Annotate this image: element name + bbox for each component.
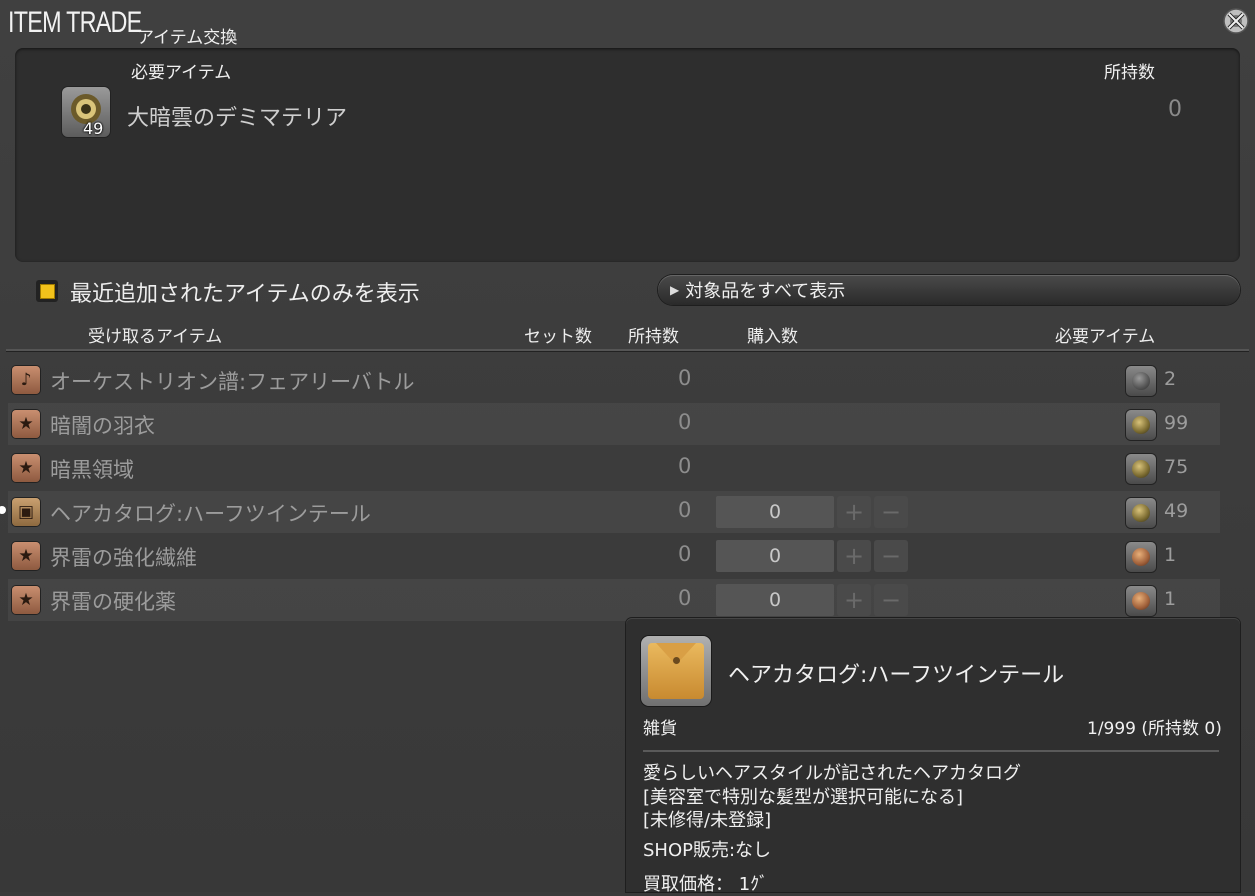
checkbox-checked-icon — [39, 283, 55, 299]
required-owned-header: 所持数 — [1104, 63, 1155, 83]
table-row[interactable]: ▣ ヘアカタログ:ハーフツインテール 0 0 + − 49 — [0, 491, 1220, 533]
materia-icon — [1126, 454, 1156, 484]
star-icon: ★ — [12, 454, 40, 482]
tooltip-description: 愛らしいヘアスタイルが記されたヘアカタログ — [643, 763, 1021, 784]
row-owned: 0 — [678, 410, 692, 434]
minus-button[interactable]: − — [874, 540, 908, 572]
play-arrow-icon: ▶ — [670, 283, 680, 297]
quantity-input[interactable]: 0 — [716, 496, 834, 528]
close-gear-icon — [1223, 8, 1249, 34]
tooltip-shop: SHOP販売:なし — [643, 840, 772, 861]
window-subtitle: アイテム交換 — [137, 28, 238, 48]
minus-button[interactable]: − — [874, 584, 908, 616]
plus-button[interactable]: + — [837, 496, 871, 528]
star-icon: ★ — [12, 410, 40, 438]
item-trade-window: ITEM TRADE アイテム交換 必要アイテム 所持数 49 大暗雲のデミマテ… — [0, 0, 1255, 895]
close-button[interactable] — [1219, 4, 1253, 38]
table-row[interactable]: ★ 界雷の強化繊維 0 0 + − 1 — [8, 535, 1220, 577]
column-sets: セット数 — [524, 327, 592, 347]
recent-only-checkbox[interactable] — [36, 280, 58, 302]
plus-button[interactable]: + — [837, 584, 871, 616]
row-item-name: 界雷の硬化薬 — [50, 590, 176, 614]
quantity-input[interactable]: 0 — [716, 540, 834, 572]
row-cost: 2 — [1164, 368, 1177, 390]
row-owned: 0 — [678, 542, 692, 566]
star-icon: ★ — [12, 542, 40, 570]
row-cost: 1 — [1164, 588, 1177, 610]
row-item-name: 暗黒領域 — [50, 458, 134, 482]
column-required: 必要アイテム — [1055, 327, 1156, 347]
table-row[interactable]: ★ 界雷の硬化薬 0 0 + − 1 — [8, 579, 1220, 621]
tooltip-item-name: ヘアカタログ:ハーフツインテール — [728, 663, 1065, 688]
row-owned: 0 — [678, 586, 692, 610]
window-title: ITEM TRADE — [8, 6, 142, 39]
row-item-name: 暗闇の羽衣 — [50, 414, 155, 438]
materia-icon — [1126, 410, 1156, 440]
header-divider — [6, 349, 1249, 351]
show-all-label: 対象品をすべて表示 — [685, 281, 846, 302]
box-icon: ▣ — [12, 498, 40, 526]
row-cost: 75 — [1164, 456, 1189, 478]
tooltip-divider — [643, 750, 1219, 752]
row-cost: 99 — [1164, 412, 1189, 434]
row-item-name: ヘアカタログ:ハーフツインテール — [50, 502, 371, 526]
materia-icon — [1126, 498, 1156, 528]
required-owned-value: 0 — [1168, 97, 1182, 122]
amber-token-icon — [1126, 542, 1156, 572]
column-owned: 所持数 — [628, 327, 679, 347]
row-item-name: オーケストリオン譜:フェアリーバトル — [50, 370, 415, 394]
required-item-header: 必要アイテム — [131, 63, 232, 83]
show-all-button[interactable]: ▶ 対象品をすべて表示 — [658, 275, 1240, 305]
table-row[interactable]: ♪ オーケストリオン譜:フェアリーバトル 0 2 — [8, 359, 1220, 401]
row-owned: 0 — [678, 366, 692, 390]
row-cost: 49 — [1164, 500, 1189, 522]
plus-button[interactable]: + — [837, 540, 871, 572]
table-row[interactable]: ★ 暗黒領域 0 75 — [8, 447, 1220, 489]
tooltip-status: [未修得/未登録] — [643, 810, 772, 831]
recent-only-label: 最近追加されたアイテムのみを表示 — [70, 282, 420, 307]
selection-cursor-icon — [0, 506, 6, 514]
envelope-icon — [641, 636, 711, 706]
row-cost: 1 — [1164, 544, 1177, 566]
tooltip-stack: 1/999 (所持数 0) — [1087, 719, 1222, 739]
tooltip-category: 雑貨 — [643, 719, 677, 739]
minus-button[interactable]: − — [874, 496, 908, 528]
quantity-input[interactable]: 0 — [716, 584, 834, 616]
required-icon-count: 49 — [83, 119, 104, 138]
music-note-icon: ♪ — [12, 366, 40, 394]
star-icon: ★ — [12, 586, 40, 614]
column-buy: 購入数 — [747, 327, 798, 347]
column-receive: 受け取るアイテム — [88, 327, 223, 347]
row-item-name: 界雷の強化繊維 — [50, 546, 197, 570]
tooltip-price: 買取価格： 1ｸﾞ — [643, 874, 769, 895]
table-row[interactable]: ★ 暗闇の羽衣 0 99 — [8, 403, 1220, 445]
gear-materia-icon — [1126, 366, 1156, 396]
required-item-name: 大暗雲のデミマテリア — [127, 106, 348, 131]
row-owned: 0 — [678, 454, 692, 478]
row-owned: 0 — [678, 498, 692, 522]
amber-token-icon — [1126, 586, 1156, 616]
